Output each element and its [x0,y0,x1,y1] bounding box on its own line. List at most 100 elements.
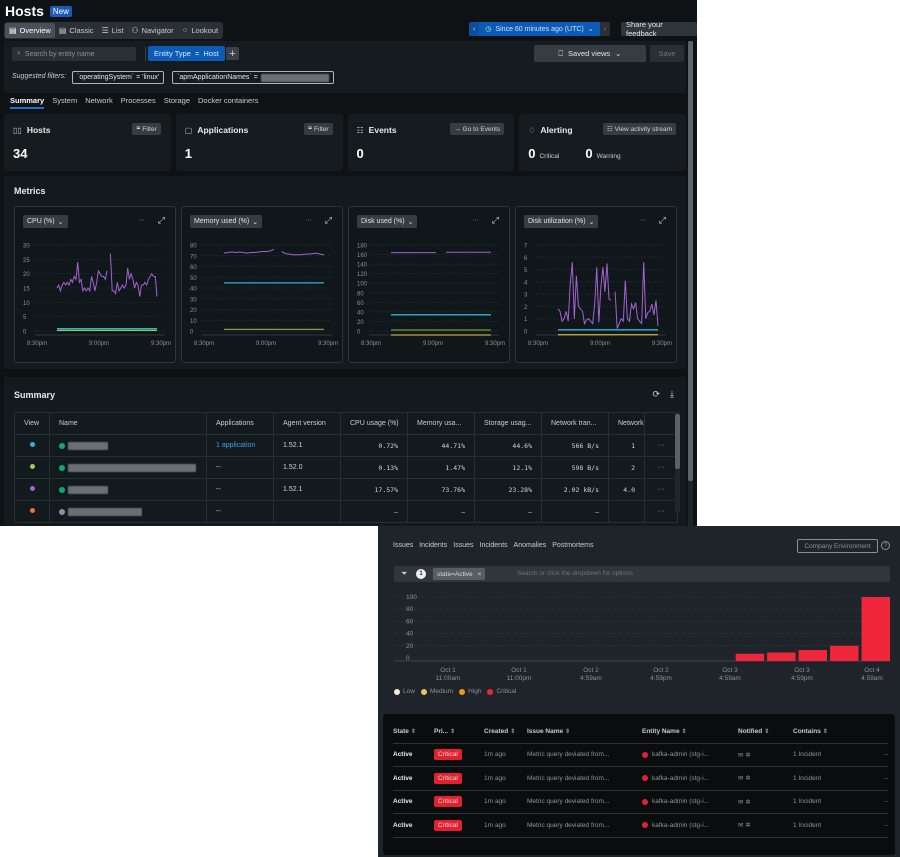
view-cell[interactable] [14,500,50,523]
entity-name-cell[interactable]: kafka-admin (stg-i... [642,790,738,814]
legend-item-critical[interactable]: Critical [487,688,516,695]
row-actions-button[interactable]: ··· [644,434,678,457]
filter-icon[interactable]: ⏷ [401,569,407,579]
column-header[interactable]: View [14,412,50,435]
bar-oct-3-4-59am[interactable] [767,652,796,661]
applications-cell[interactable]: 1 application [206,434,274,457]
contains-cell[interactable]: 1 Incident [793,813,872,838]
name-cell[interactable] [49,500,207,523]
expand-icon[interactable]: ⤢ [158,215,165,226]
view-cell[interactable] [14,478,50,501]
scroll-thumb[interactable] [675,414,680,469]
tab-summary[interactable]: Summary [10,96,45,109]
issues-filter-bar[interactable]: ⏷ 1 state=Active × Search or click the dr… [394,566,890,582]
issue-name-cell[interactable]: Metric query deviated from... [527,766,642,791]
tab-lookout[interactable]: ⁘ Lookout [178,23,222,38]
tab-storage[interactable]: Storage [164,96,190,109]
bar-oct-3-early-[interactable] [735,653,765,661]
column-header[interactable]: Agent version [273,412,341,435]
hosts-filter-button[interactable]: ⩸ Filter [132,123,161,135]
issue-name-cell[interactable]: Metric query deviated from... [527,790,642,814]
search-input[interactable]: ⌕ Search by entity name [12,47,136,61]
table-row[interactable]: 1 application 1.52.1 0.72% 44.71% 44.6% 566 B… [14,434,678,457]
tab-issues[interactable]: Issues [393,542,413,549]
column-header[interactable]: Memory usa... [407,412,475,435]
tab-overview[interactable]: ▤ Overview [5,23,55,38]
table-row[interactable]: -- – – – – ··· [14,500,678,523]
row-actions-button[interactable]: – [872,813,888,838]
column-header[interactable]: Issue Name ⇕ [527,721,642,744]
scroll-thumb[interactable] [688,41,693,481]
bar-oct-3-mid-[interactable] [798,650,828,661]
expand-icon[interactable]: ⤢ [659,215,666,226]
row-actions-button[interactable]: – [872,790,888,814]
contains-cell[interactable]: 1 Incident [793,790,872,814]
refresh-icon[interactable]: ⟳ [652,389,660,400]
chart-metric-dropdown[interactable]: CPU (%) ⌄ [23,215,68,228]
column-header[interactable]: Notified ⇕ [738,721,793,744]
row-actions-button[interactable]: – [872,766,888,791]
view-cell[interactable] [14,434,50,457]
expand-icon[interactable]: ⤢ [492,215,499,226]
state-filter-chip[interactable]: state=Active × [433,568,486,580]
tab-issues[interactable]: Issues [453,542,473,549]
applications-link[interactable]: 1 application [216,442,255,449]
view-activity-stream-button[interactable]: ☷ View activity stream [602,123,676,135]
time-prev-button[interactable]: ‹ [469,22,480,36]
share-feedback-button[interactable]: Share your feedback [621,20,697,38]
page-scrollbar[interactable] [688,41,693,526]
tab-list[interactable]: ☰ List [98,23,128,38]
chart-metric-dropdown[interactable]: Disk utilization (%) ⌄ [524,215,599,228]
tab-navigator[interactable]: ⚇ Navigator [127,23,177,38]
expand-icon[interactable]: ⤢ [325,215,332,226]
more-icon[interactable]: ··· [305,217,312,224]
more-icon[interactable]: ··· [138,217,145,224]
column-header[interactable]: Created ⇕ [484,721,527,744]
table-row[interactable]: Active Critical 1m ago Metric query deviate… [393,766,888,791]
time-next-button[interactable]: › [599,22,610,36]
row-actions-button[interactable]: ··· [644,478,678,501]
entity-name-cell[interactable]: kafka-admin (stg-i... [642,813,738,838]
chart-metric-dropdown[interactable]: Memory used (%) ⌄ [190,215,263,228]
table-row[interactable]: -- 1.52.0 0.13% 1.47% 12.1% 598 B/s 2 ··· [14,456,678,479]
legend-item-high[interactable]: High [459,688,481,695]
tab-network[interactable]: Network [85,96,113,109]
contains-cell[interactable]: 1 Incident [793,766,872,791]
table-row[interactable]: Active Critical 1m ago Metric query deviate… [393,813,888,838]
saved-views-dropdown[interactable]: ⎕ Saved views ⌄ [534,45,646,62]
table-row[interactable]: Active Critical 1m ago Metric query deviate… [393,743,888,767]
close-icon[interactable]: × [478,571,482,578]
column-header[interactable]: Network tran... [541,412,609,435]
tab-system[interactable]: System [52,96,77,109]
suggested-filter-chip[interactable]: `operatingSystem` = 'linux' [72,71,165,84]
column-header[interactable]: Name [49,412,207,435]
tab-incidents[interactable]: Incidents [419,542,447,549]
view-cell[interactable] [14,456,50,479]
legend-item-medium[interactable]: Medium [420,688,453,695]
tab-docker-containers[interactable]: Docker containers [198,96,258,109]
issue-name-cell[interactable]: Metric query deviated from... [527,743,642,767]
row-actions-button[interactable]: – [872,743,888,767]
tab-postmortems[interactable]: Postmortems [552,542,593,549]
add-filter-button[interactable]: + [226,47,239,60]
column-header[interactable]: Network [608,412,645,435]
legend-item-low[interactable]: Low [394,688,415,695]
applications-filter-button[interactable]: ⩸ Filter [304,123,333,135]
more-icon[interactable]: ··· [472,217,479,224]
name-cell[interactable] [49,456,207,479]
entity-type-filter[interactable]: Entity Type = Host [148,46,225,61]
more-icon[interactable]: ··· [639,217,646,224]
table-row[interactable]: -- 1.52.1 17.57% 73.76% 23.28% 2.02 kB/s 4.0 ··… [14,478,678,501]
issue-name-cell[interactable]: Metric query deviated from... [527,813,642,838]
name-cell[interactable] [49,478,207,501]
tab-anomalies[interactable]: Anomalies [514,542,547,549]
environment-selector[interactable]: Company Environment [797,539,878,553]
column-header[interactable]: Entity Name ⇕ [642,721,738,744]
help-icon[interactable]: ? [881,541,890,550]
entity-name-cell[interactable]: kafka-admin (stg-i... [642,766,738,791]
column-header[interactable]: Pri... ⇕ [434,721,484,744]
column-header[interactable]: CPU usage (%) [340,412,408,435]
entity-name-cell[interactable]: kafka-admin (stg-i... [642,743,738,767]
row-actions-button[interactable]: ··· [644,456,678,479]
name-cell[interactable] [49,434,207,457]
